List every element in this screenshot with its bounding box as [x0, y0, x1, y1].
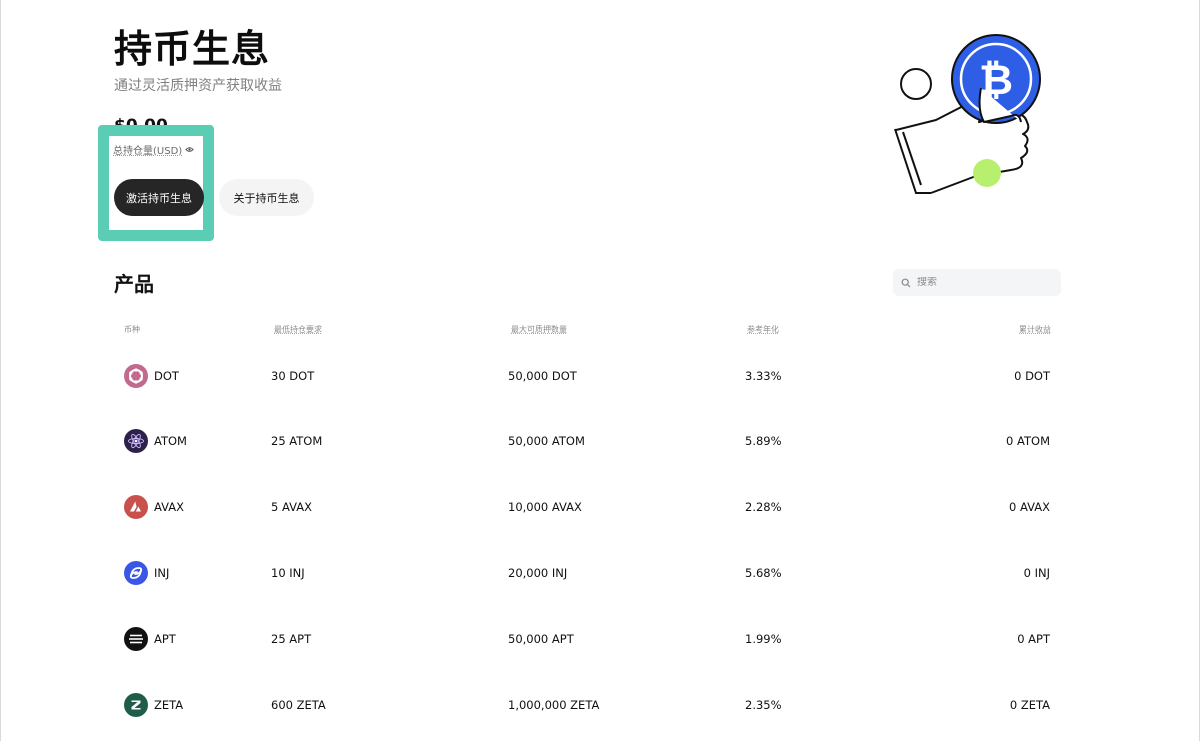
activate-earn-button[interactable]: 激活持币生息 [114, 179, 204, 216]
about-earn-button[interactable]: 关于持币生息 [219, 179, 314, 216]
search-icon [901, 278, 911, 287]
earned-value: 0 ATOM [1006, 434, 1050, 448]
page-title: 持币生息 [114, 27, 271, 71]
search-input[interactable] [917, 277, 1047, 288]
max-stake: 1,000,000 ZETA [508, 698, 600, 712]
apr-value: 2.28% [745, 500, 782, 514]
polkadot-icon [124, 364, 148, 388]
earned-value: 0 AVAX [1009, 500, 1050, 514]
coin-cell: DOT [124, 343, 179, 409]
coin-cell: INJ [124, 540, 169, 606]
apr-value: 1.99% [745, 632, 782, 646]
products-title: 产品 [114, 272, 154, 296]
max-stake: 20,000 INJ [508, 566, 568, 580]
table-row[interactable]: ATOM 25 ATOM 50,000 ATOM 5.89% 0 ATOM [114, 408, 1064, 474]
table-row[interactable]: INJ 10 INJ 20,000 INJ 5.68% 0 INJ [114, 540, 1064, 606]
zetachain-icon [124, 693, 148, 717]
column-header-earned[interactable]: 累计收益 [1019, 324, 1051, 335]
table-row[interactable]: ZETA 600 ZETA 1,000,000 ZETA 2.35% 0 ZET… [114, 672, 1064, 738]
column-header-min[interactable]: 最低持仓要求 [274, 324, 322, 335]
coin-cell: ZETA [124, 672, 183, 738]
max-stake: 50,000 DOT [508, 369, 577, 383]
max-stake: 50,000 APT [508, 632, 574, 646]
min-holding: 10 INJ [271, 566, 305, 580]
bitcoin-hand-illustration: ₿ [894, 34, 1041, 194]
search-box[interactable] [893, 269, 1061, 296]
cosmos-icon [124, 429, 148, 453]
earned-value: 0 DOT [1014, 369, 1050, 383]
min-holding: 600 ZETA [271, 698, 326, 712]
table-row[interactable]: DOT 30 DOT 50,000 DOT 3.33% 0 DOT [114, 343, 1064, 409]
apr-value: 3.33% [745, 369, 782, 383]
min-holding: 5 AVAX [271, 500, 312, 514]
table-row[interactable]: AVAX 5 AVAX 10,000 AVAX 2.28% 0 AVAX [114, 474, 1064, 540]
coin-name: ATOM [154, 434, 187, 448]
table-row[interactable]: APT 25 APT 50,000 APT 1.99% 0 APT [114, 606, 1064, 672]
column-header-apr[interactable]: 参考年化 [747, 324, 779, 335]
earned-value: 0 INJ [1023, 566, 1050, 580]
max-stake: 50,000 ATOM [508, 434, 585, 448]
injective-icon [124, 561, 148, 585]
coin-name: AVAX [154, 500, 185, 514]
coin-name: APT [154, 632, 176, 646]
coin-name: DOT [154, 369, 179, 383]
min-holding: 30 DOT [271, 369, 315, 383]
column-header-coin: 币种 [124, 325, 140, 334]
earned-value: 0 APT [1017, 632, 1050, 646]
avalanche-icon [124, 495, 148, 519]
column-header-max[interactable]: 最大可质押数量 [511, 324, 567, 335]
min-holding: 25 ATOM [271, 434, 323, 448]
coin-cell: ATOM [124, 408, 187, 474]
coin-name: ZETA [154, 698, 184, 712]
apr-value: 2.35% [745, 698, 782, 712]
page-subtitle: 通过灵活质押资产获取收益 [114, 78, 282, 94]
min-holding: 25 APT [271, 632, 312, 646]
coin-name: INJ [154, 566, 170, 580]
apr-value: 5.68% [745, 566, 782, 580]
earned-value: 0 ZETA [1009, 698, 1050, 712]
page: 持币生息 通过灵活质押资产获取收益 $0.00 总持仓量(USD) 激活持币生息… [0, 0, 1200, 741]
coin-cell: AVAX [124, 474, 184, 540]
apr-value: 5.89% [745, 434, 782, 448]
max-stake: 10,000 AVAX [508, 500, 582, 514]
aptos-icon [124, 627, 148, 651]
coin-cell: APT [124, 606, 176, 672]
